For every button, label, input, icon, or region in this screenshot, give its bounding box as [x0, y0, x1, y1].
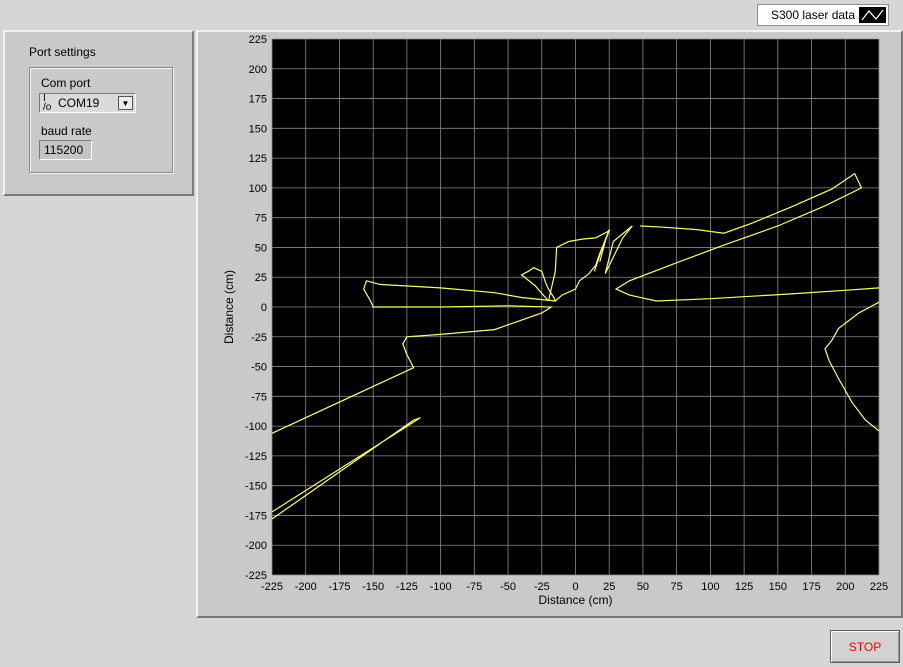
x-tick-label: 100 — [701, 581, 719, 593]
x-tick-label: 125 — [735, 581, 753, 593]
y-tick-label: -125 — [245, 451, 267, 463]
baud-rate-label: baud rate — [41, 124, 92, 138]
x-tick-label: 0 — [572, 581, 578, 593]
x-tick-label: -200 — [295, 581, 317, 593]
x-tick-label: 75 — [671, 581, 683, 593]
y-tick-label: -200 — [245, 540, 267, 552]
y-tick-label: -150 — [245, 481, 267, 493]
xy-graph-svg: -225 -200 -175 -150 -125 -100 -75 -50 -25 0 25 50 75… — [222, 34, 888, 607]
x-tick-label: -50 — [500, 581, 516, 593]
y-axis-title: Distance (cm) — [222, 270, 236, 344]
xy-graph: -225 -200 -175 -150 -125 -100 -75 -50 -25 0 25 50 75… — [196, 30, 903, 618]
x-tick-label: 225 — [870, 581, 888, 593]
y-tick-label: -75 — [251, 391, 267, 403]
x-tick-label: 50 — [637, 581, 649, 593]
baud-rate-field[interactable]: 115200 — [39, 140, 92, 160]
stop-button[interactable]: STOP — [830, 630, 900, 663]
x-tick-label: 175 — [802, 581, 820, 593]
x-tick-label: 150 — [769, 581, 787, 593]
y-tick-label: -25 — [251, 332, 267, 344]
x-tick-label: -225 — [261, 581, 283, 593]
x-tick-label: -25 — [534, 581, 550, 593]
legend-label: S300 laser data — [771, 8, 856, 22]
x-tick-label: -175 — [328, 581, 350, 593]
y-tick-label: 75 — [255, 213, 267, 225]
y-tick-label: 125 — [249, 153, 267, 165]
x-tick-label: -125 — [396, 581, 418, 593]
port-settings-title: Port settings — [29, 45, 96, 59]
y-tick-label: 150 — [249, 123, 267, 135]
port-settings-group: Com port I/o COM19 ▼ baud rate 115200 — [29, 67, 173, 173]
y-tick-label: 0 — [261, 302, 267, 314]
y-tick-label: 200 — [249, 64, 267, 76]
y-tick-label: 25 — [255, 272, 267, 284]
y-tick-label: -50 — [251, 362, 267, 374]
chevron-down-icon[interactable]: ▼ — [118, 96, 133, 110]
y-tick-label: -100 — [245, 421, 267, 433]
y-tick-label: 100 — [249, 183, 267, 195]
y-tick-label: 175 — [249, 94, 267, 106]
line-plot-icon[interactable] — [859, 7, 886, 23]
com-port-value: COM19 — [58, 96, 100, 110]
io-resource-icon: I/o — [43, 93, 52, 113]
x-tick-label: 25 — [603, 581, 615, 593]
com-port-label: Com port — [41, 76, 91, 90]
port-settings-panel: Port settings Com port I/o COM19 ▼ baud … — [3, 30, 194, 196]
x-axis-title: Distance (cm) — [538, 593, 612, 607]
com-port-select[interactable]: I/o COM19 ▼ — [39, 93, 136, 113]
x-tick-label: -150 — [362, 581, 384, 593]
x-tick-label: -100 — [430, 581, 452, 593]
x-tick-label: -75 — [466, 581, 482, 593]
y-tick-label: 50 — [255, 242, 267, 254]
y-tick-label: -225 — [245, 570, 267, 582]
y-tick-label: -175 — [245, 510, 267, 522]
x-tick-label: 200 — [836, 581, 854, 593]
plot-legend[interactable]: S300 laser data — [757, 4, 889, 26]
y-tick-label: 225 — [249, 34, 267, 46]
